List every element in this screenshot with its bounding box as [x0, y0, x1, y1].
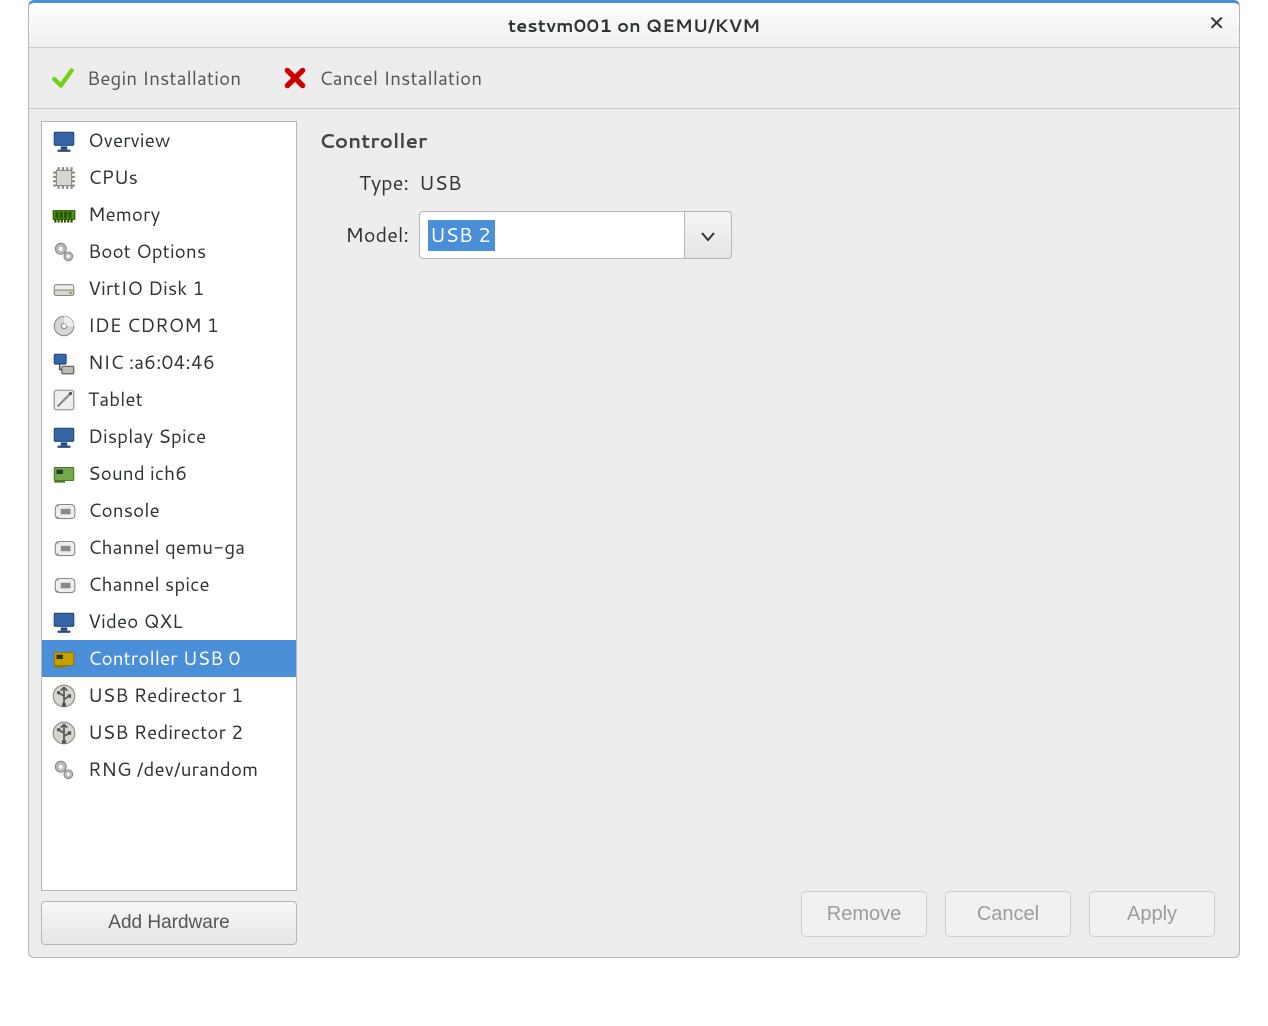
- sidebar-item-label: IDE CDROM 1: [88, 312, 219, 339]
- sidebar-item-usb-redirector-2[interactable]: USB Redirector 2: [42, 714, 296, 751]
- sidebar-item-cpus[interactable]: CPUs: [42, 159, 296, 196]
- sidebar-item-label: Channel spice: [88, 571, 210, 598]
- model-row: Model: USB 2: [319, 211, 1217, 259]
- serial-icon: [50, 497, 78, 525]
- sidebar-item-label: NIC :a6:04:46: [88, 349, 215, 376]
- sidebar-item-console[interactable]: Console: [42, 492, 296, 529]
- sidebar-item-label: Console: [88, 497, 160, 524]
- model-select-input[interactable]: USB 2: [419, 211, 684, 259]
- sidebar-item-virtio-disk-1[interactable]: VirtIO Disk 1: [42, 270, 296, 307]
- apply-button[interactable]: Apply: [1089, 891, 1215, 937]
- sidebar-item-label: Memory: [88, 201, 160, 228]
- sidebar-item-usb-redirector-1[interactable]: USB Redirector 1: [42, 677, 296, 714]
- checkmark-icon: [49, 64, 77, 92]
- sidebar-item-video-qxl[interactable]: Video QXL: [42, 603, 296, 640]
- sidebar-item-tablet[interactable]: Tablet: [42, 381, 296, 418]
- serial-icon: [50, 571, 78, 599]
- sound-icon: [50, 460, 78, 488]
- window-title: testvm001 on QEMU/KVM: [508, 12, 760, 38]
- sidebar-item-label: Channel qemu-ga: [88, 534, 245, 561]
- details-heading: Controller: [319, 127, 1217, 155]
- sidebar-item-label: USB Redirector 1: [88, 682, 243, 709]
- add-hardware-button[interactable]: Add Hardware: [41, 901, 297, 945]
- model-select-value: USB 2: [428, 220, 495, 251]
- disk-icon: [50, 275, 78, 303]
- tablet-icon: [50, 386, 78, 414]
- cancel-button[interactable]: Cancel: [945, 891, 1071, 937]
- hardware-list[interactable]: Overview CPUs Memory Boot Options VirtIO Dis…: [41, 121, 297, 891]
- sidebar-item-label: Controller USB 0: [88, 645, 241, 672]
- memory-icon: [50, 201, 78, 229]
- monitor-icon: [50, 127, 78, 155]
- model-select[interactable]: USB 2: [419, 211, 732, 259]
- usb-icon: [50, 719, 78, 747]
- sidebar-column: Overview CPUs Memory Boot Options VirtIO Dis…: [41, 121, 297, 945]
- sidebar-item-nic-a6-04-46[interactable]: NIC :a6:04:46: [42, 344, 296, 381]
- close-icon[interactable]: ✕: [1208, 13, 1225, 33]
- begin-installation-button[interactable]: Begin Installation: [43, 60, 247, 96]
- sidebar-item-channel-spice[interactable]: Channel spice: [42, 566, 296, 603]
- sidebar-item-display-spice[interactable]: Display Spice: [42, 418, 296, 455]
- display-icon: [50, 423, 78, 451]
- sidebar-item-label: CPUs: [88, 164, 138, 191]
- cancel-installation-label: Cancel Installation: [319, 65, 482, 92]
- sidebar-item-label: USB Redirector 2: [88, 719, 243, 746]
- type-row: Type: USB: [319, 169, 1217, 197]
- type-label: Type:: [319, 169, 409, 197]
- sidebar-item-memory[interactable]: Memory: [42, 196, 296, 233]
- sidebar-item-channel-qemu-ga[interactable]: Channel qemu-ga: [42, 529, 296, 566]
- titlebar: testvm001 on QEMU/KVM ✕: [29, 3, 1239, 48]
- model-select-dropdown-button[interactable]: [684, 211, 732, 259]
- display-icon: [50, 608, 78, 636]
- cancel-x-icon: [281, 64, 309, 92]
- toolbar: Begin Installation Cancel Installation: [29, 48, 1239, 109]
- footer-buttons: Remove Cancel Apply: [801, 891, 1215, 937]
- sidebar-item-label: Display Spice: [88, 423, 206, 450]
- controller-icon: [50, 645, 78, 673]
- sidebar-item-label: Video QXL: [88, 608, 183, 635]
- sidebar-item-label: Overview: [88, 127, 170, 154]
- type-value: USB: [419, 169, 462, 197]
- cpu-icon: [50, 164, 78, 192]
- gears-icon: [50, 238, 78, 266]
- remove-button[interactable]: Remove: [801, 891, 927, 937]
- cdrom-icon: [50, 312, 78, 340]
- sidebar-item-label: Boot Options: [88, 238, 206, 265]
- details-pane: Controller Type: USB Model: USB 2: [309, 121, 1227, 945]
- sidebar-item-label: RNG /dev/urandom: [88, 756, 258, 783]
- sidebar-item-overview[interactable]: Overview: [42, 122, 296, 159]
- sidebar-item-label: Tablet: [88, 386, 143, 413]
- gears-icon: [50, 756, 78, 784]
- chevron-down-icon: [701, 221, 715, 249]
- cancel-installation-button[interactable]: Cancel Installation: [275, 60, 488, 96]
- sidebar-item-rng-dev-urandom[interactable]: RNG /dev/urandom: [42, 751, 296, 788]
- sidebar-item-controller-usb-0[interactable]: Controller USB 0: [42, 640, 296, 677]
- sidebar-item-boot-options[interactable]: Boot Options: [42, 233, 296, 270]
- sidebar-item-ide-cdrom-1[interactable]: IDE CDROM 1: [42, 307, 296, 344]
- sidebar-item-sound-ich6[interactable]: Sound ich6: [42, 455, 296, 492]
- model-label: Model:: [319, 221, 409, 249]
- nic-icon: [50, 349, 78, 377]
- begin-installation-label: Begin Installation: [87, 65, 241, 92]
- sidebar-item-label: VirtIO Disk 1: [88, 275, 205, 302]
- sidebar-item-label: Sound ich6: [88, 460, 187, 487]
- content-area: Overview CPUs Memory Boot Options VirtIO Dis…: [29, 109, 1239, 957]
- serial-icon: [50, 534, 78, 562]
- vm-config-window: testvm001 on QEMU/KVM ✕ Begin Installati…: [28, 0, 1240, 958]
- usb-icon: [50, 682, 78, 710]
